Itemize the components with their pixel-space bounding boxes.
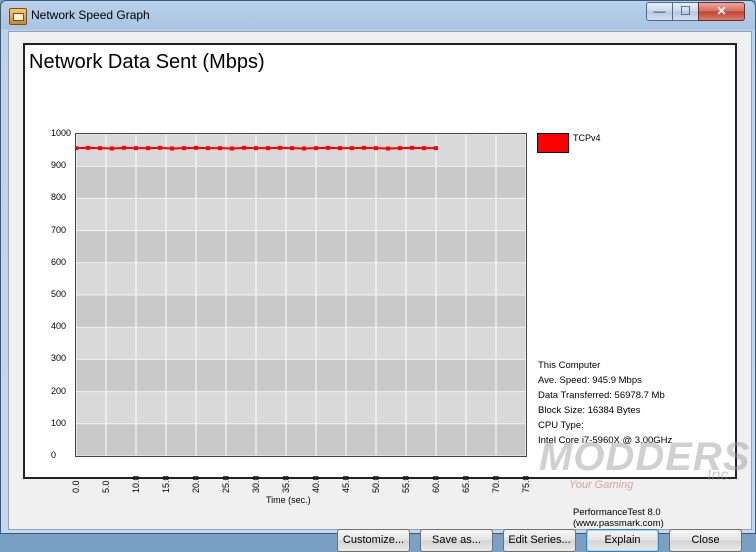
data-point [74,146,78,151]
y-tick-label: 500 [51,289,67,299]
title-bar[interactable]: Network Speed Graph — ☐ ✕ [1,1,755,31]
data-point [182,146,186,151]
x-tick-label: 0.0 [71,480,81,493]
x-tick-label: 15.0 [161,475,171,493]
stats-cpu: Intel Core i7-5960X @ 3.00GHz [538,435,673,446]
data-point [266,146,270,151]
data-point [386,146,390,151]
x-tick-label: 55.0 [401,475,411,493]
plot-band [76,198,526,231]
y-tick-label: 100 [51,417,67,428]
legend-label-tcpv4: TCPv4 [573,133,601,143]
y-tick-label: 800 [51,192,67,203]
stats-block: This Computer Ave. Speed: 945.9 Mbps Dat… [538,358,672,448]
explain-button[interactable]: Explain [586,529,659,552]
data-point [230,146,234,151]
graph-title: Network Data Sent (Mbps) [29,51,265,73]
data-point [158,145,162,150]
minimize-button[interactable]: — [646,2,673,21]
window-title: Network Speed Graph [31,8,150,22]
data-point [206,146,210,151]
plot-area [74,133,527,457]
data-point [362,145,366,150]
close-window-button[interactable]: ✕ [698,2,745,21]
data-point [146,146,150,151]
x-tick-label: 35.0 [281,475,291,493]
stats-ave-speed: Ave. Speed: 945.9 Mbps [538,375,642,386]
x-tick-label: 30.0 [251,475,261,493]
x-tick-label: 45.0 [341,475,351,493]
stats-cpu-type-label: CPU Type: [538,420,584,431]
data-point [194,145,198,150]
plot-band [76,134,526,167]
data-point [314,146,318,151]
stats-block-size: Block Size: 16384 Bytes [538,405,641,416]
x-tick-label: 5.0 [101,480,111,493]
y-tick-label: 1000 [51,128,72,138]
close-button[interactable]: Close [669,529,742,552]
edit-series-button[interactable]: Edit Series... [503,529,576,552]
data-point [254,146,258,151]
plot-band [76,295,526,328]
data-point [410,145,414,150]
customize-button[interactable]: Customize... [337,529,410,552]
data-point [218,146,222,151]
data-point [242,145,246,150]
legend-swatch-tcpv4 [537,133,569,153]
x-tick-label: 10.0 [131,475,141,493]
x-axis-title: Time (sec.) [266,495,311,505]
stats-computer: This Computer [538,360,601,371]
data-point [134,146,138,151]
maximize-button[interactable]: ☐ [672,2,699,21]
x-tick-label: 40.0 [311,475,321,493]
data-point [170,146,174,151]
x-tick-label: 20.0 [191,475,201,493]
data-point [122,145,126,150]
graph-panel: Network Data Sent (Mbps) 1000 900 800 700 60… [23,43,737,529]
data-point [86,145,90,150]
data-point [398,146,402,151]
data-point [350,146,354,151]
x-tick-label: 50.0 [371,475,381,493]
y-tick-label: 200 [51,385,67,396]
x-tick-label: 75.0 [521,475,531,493]
plot-band [76,262,526,295]
credit-text: PerformanceTest 8.0 (www.passmark.com) [573,507,664,529]
plot-band [76,230,526,263]
data-point [338,146,342,151]
plot-band [76,423,526,456]
network-speed-graph-window: Network Speed Graph — ☐ ✕ Network Data S… [0,0,756,552]
app-icon [9,8,27,25]
data-point [422,146,426,151]
save-as-button[interactable]: Save as... [420,529,493,552]
data-point [302,146,306,151]
y-tick-label: 900 [51,160,67,171]
plot-band [76,391,526,424]
plot-band [76,327,526,360]
data-point [98,146,102,151]
data-point [110,146,114,151]
plot-band [76,359,526,392]
stats-data-transferred: Data Transferred: 56978.7 Mb [538,390,665,401]
data-point [374,146,378,151]
chart-svg [74,133,527,457]
dialog-client-area: Network Data Sent (Mbps) 1000 900 800 700 60… [8,31,752,552]
y-tick-label: 400 [51,321,67,332]
x-tick-label: 65.0 [461,475,471,493]
data-point [326,145,330,150]
x-tick-label: 60.0 [431,475,441,493]
data-point [434,146,438,151]
data-point [278,145,282,150]
plot-band [76,166,526,199]
data-point [290,146,294,151]
y-tick-label: 600 [51,256,67,267]
x-tick-label: 25.0 [221,475,231,493]
y-tick-label: 0 [51,450,57,460]
y-tick-label: 300 [51,353,67,364]
x-tick-label: 70.0 [491,475,501,493]
y-tick-label: 700 [51,224,67,235]
